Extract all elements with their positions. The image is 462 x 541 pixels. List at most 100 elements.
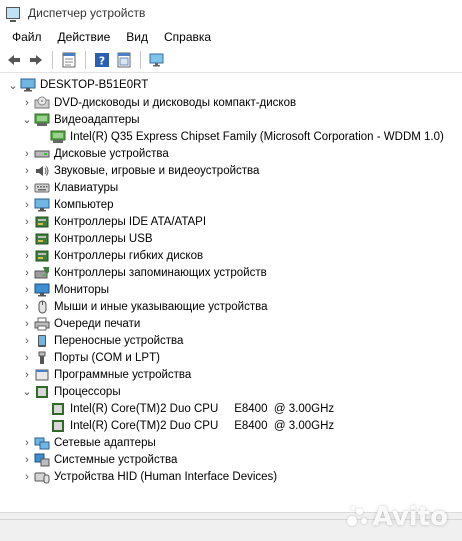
monitor-scan-icon[interactable] [147,50,167,70]
tree-category-floppy[interactable]: › Контроллеры гибких дисков [0,247,462,264]
tree-category-mice[interactable]: › Мыши и иные указывающие устройства [0,298,462,315]
tree-item-label: Клавиатуры [54,181,119,194]
chevron-right-icon[interactable]: › [20,284,34,296]
monitor-icon [34,283,50,297]
menu-view[interactable]: Вид [118,30,156,44]
tree-category-network[interactable]: › Сетевые адаптеры [0,434,462,451]
mouse-icon [34,300,50,314]
menu-action[interactable]: Действие [50,30,119,44]
toolbar-separator [85,51,86,69]
tree-category-software[interactable]: › Программные устройства [0,366,462,383]
tree-root-label: DESKTOP-B51E0RT [40,79,149,91]
tree-category-ports[interactable]: › Порты (COM и LPT) [0,349,462,366]
chevron-right-icon[interactable]: › [20,335,34,347]
tree-category-monitors[interactable]: › Мониторы [0,281,462,298]
tree-category-display-adapters[interactable]: ⌄ Видеоадаптеры [0,111,462,128]
hid-icon [34,470,50,484]
tree-category-usb[interactable]: › Контроллеры USB [0,230,462,247]
toolbar-separator [140,51,141,69]
tree-category-portable[interactable]: › Переносные устройства [0,332,462,349]
forward-arrow-icon[interactable] [26,50,46,70]
device-manager-icon [6,7,20,22]
tree-item-label: Устройства HID (Human Interface Devices) [54,470,278,483]
chevron-right-icon[interactable]: › [20,165,34,177]
computer-icon [20,78,36,92]
tree-item-label: Контроллеры запоминающих устройств [54,266,267,279]
printer-icon [34,317,50,331]
tree-item-label: Видеоадаптеры [54,113,140,126]
tree-category-sound[interactable]: › Звуковые, игровые и видеоустройства [0,162,462,179]
tree-device-display-adapter[interactable]: Intel(R) Q35 Express Chipset Family (Mic… [0,128,462,145]
toolbar: ? [0,48,462,73]
chevron-right-icon[interactable]: › [20,301,34,313]
disk-drive-icon [34,147,50,161]
tree-item-label: Дисковые устройства [54,147,169,160]
floppy-controller-icon [34,249,50,263]
chevron-right-icon[interactable]: › [20,199,34,211]
tree-category-print-queues[interactable]: › Очереди печати [0,315,462,332]
tree-device-cpu[interactable]: Intel(R) Core(TM)2 Duo CPU E8400 @ 3.00G… [0,417,462,434]
chevron-right-icon[interactable]: › [20,250,34,262]
chevron-right-icon[interactable]: › [20,216,34,228]
chevron-right-icon[interactable]: › [20,97,34,109]
keyboard-icon [34,181,50,195]
processor-icon [50,419,66,433]
tree-category-processors[interactable]: ⌄ Процессоры [0,383,462,400]
chevron-right-icon[interactable]: › [20,352,34,364]
title-bar: Диспетчер устройств [0,0,462,26]
tree-category-ide[interactable]: › Контроллеры IDE ATA/ATAPI [0,213,462,230]
tree-category-computer[interactable]: › Компьютер [0,196,462,213]
tree-item-label: Переносные устройства [54,334,184,347]
avito-logo-icon [346,506,369,528]
tree-item-label: Контроллеры IDE ATA/ATAPI [54,215,207,228]
chevron-right-icon[interactable]: › [20,182,34,194]
chevron-right-icon[interactable]: › [20,369,34,381]
display-adapter-icon [34,113,50,127]
tree-item-label: Контроллеры гибких дисков [54,249,204,262]
back-arrow-icon[interactable] [4,50,24,70]
chevron-right-icon[interactable]: › [20,437,34,449]
chevron-right-icon[interactable]: › [20,233,34,245]
toolbar-separator [52,51,53,69]
tree-item-label: Мониторы [54,283,110,296]
storage-controller-icon [34,266,50,280]
tree-category-system-devices[interactable]: › Системные устройства [0,451,462,468]
chevron-down-icon[interactable]: ⌄ [20,113,34,126]
tree-item-label: Программные устройства [54,368,192,381]
help-icon[interactable]: ? [92,50,112,70]
usb-controller-icon [34,232,50,246]
tree-item-label: Мыши и иные указывающие устройства [54,300,268,313]
tree-item-label: Intel(R) Q35 Express Chipset Family (Mic… [70,130,444,143]
tree-category-dvd[interactable]: › DVD-дисководы и дисководы компакт-диск… [0,94,462,111]
update-driver-icon[interactable] [114,50,134,70]
processor-icon [34,385,50,399]
system-device-icon [34,453,50,467]
tree-category-hid[interactable]: › Устройства HID (Human Interface Device… [0,468,462,485]
software-device-icon [34,368,50,382]
tree-root[interactable]: ⌄ DESKTOP-B51E0RT [0,76,462,94]
tree-category-storage[interactable]: › Контроллеры запоминающих устройств [0,264,462,281]
computer-icon [34,198,50,212]
properties-icon[interactable] [59,50,79,70]
processor-icon [50,402,66,416]
chevron-right-icon[interactable]: › [20,148,34,160]
chevron-right-icon[interactable]: › [20,267,34,279]
chevron-right-icon[interactable]: › [20,318,34,330]
chevron-right-icon[interactable]: › [20,454,34,466]
chevron-down-icon[interactable]: ⌄ [20,385,34,398]
tree-category-keyboards[interactable]: › Клавиатуры [0,179,462,196]
tree-category-disk-drives[interactable]: › Дисковые устройства [0,145,462,162]
menu-help[interactable]: Справка [156,30,219,44]
tree-item-label: Очереди печати [54,317,141,330]
tree-item-label: Звуковые, игровые и видеоустройства [54,164,260,177]
dvd-drive-icon [34,96,50,110]
tree-item-label: Контроллеры USB [54,232,153,245]
port-icon [34,351,50,365]
chevron-down-icon[interactable]: ⌄ [6,79,20,92]
tree-device-cpu[interactable]: Intel(R) Core(TM)2 Duo CPU E8400 @ 3.00G… [0,400,462,417]
watermark-text: Avito [372,502,448,532]
tree-item-label: DVD-дисководы и дисководы компакт-дисков [54,96,297,109]
chevron-right-icon[interactable]: › [20,471,34,483]
menu-file[interactable]: Файл [4,30,50,44]
menu-bar: Файл Действие Вид Справка [0,26,462,48]
